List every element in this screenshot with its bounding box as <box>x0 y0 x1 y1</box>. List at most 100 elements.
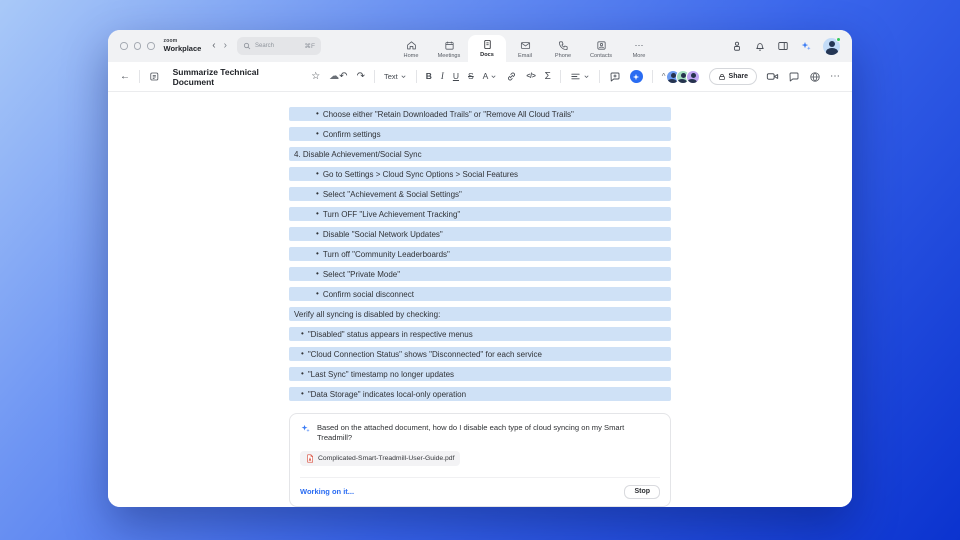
maximize-window-button[interactable] <box>147 42 155 50</box>
close-window-button[interactable] <box>120 42 128 50</box>
undo-button[interactable]: ↶ <box>339 71 347 82</box>
doc-line[interactable]: • "Last Sync" timestamp no longer updates <box>289 367 671 381</box>
divider <box>373 70 375 83</box>
bullet: • <box>316 229 319 238</box>
document-title: Summarize Technical Document <box>172 66 259 87</box>
window-titlebar: zoom Workplace ‹ › Search ⌘F Home Meetin… <box>108 30 852 62</box>
tab-phone[interactable]: Phone <box>544 36 582 62</box>
document-toolbar: ← Summarize Technical Document ☆ ☁ ↶ ↷ T… <box>108 62 852 92</box>
cloud-saved-icon: ☁ <box>329 70 340 82</box>
more-dots-icon: ⋯ <box>634 40 644 50</box>
share-button[interactable]: Share <box>708 68 757 85</box>
bullet: • <box>316 249 319 258</box>
user-avatar[interactable] <box>823 36 841 55</box>
calendar-icon <box>444 41 454 50</box>
text-style-dropdown[interactable]: Text <box>384 73 407 81</box>
docs-home-icon[interactable] <box>149 71 160 82</box>
main-nav-tabs: Home Meetings Docs Email Phone Contacts <box>392 35 658 62</box>
video-call-icon[interactable] <box>766 70 779 83</box>
doc-line[interactable]: • Turn OFF "Live Achievement Tracking" <box>289 207 671 221</box>
bullet: • <box>301 349 304 358</box>
back-button[interactable]: ← <box>120 71 130 82</box>
more-options-button[interactable]: ⋯ <box>830 71 840 82</box>
tab-meetings[interactable]: Meetings <box>430 36 468 62</box>
doc-line[interactable]: • Disable "Social Network Updates" <box>289 227 671 241</box>
divider <box>598 70 600 83</box>
profile-icon[interactable] <box>731 40 743 52</box>
notifications-bell-icon[interactable] <box>754 40 766 52</box>
ai-status-text: Working on it... <box>300 487 355 496</box>
doc-line[interactable]: 4. Disable Achievement/Social Sync <box>289 147 671 161</box>
ai-footer: Working on it... Stop <box>300 476 660 499</box>
doc-line[interactable]: • "Cloud Connection Status" shows "Discon… <box>289 347 671 361</box>
ai-star-icon <box>633 73 640 80</box>
tab-more[interactable]: ⋯ More <box>620 36 658 62</box>
minimize-window-button[interactable] <box>133 42 141 50</box>
bullet: • <box>316 269 319 278</box>
add-comment-icon[interactable] <box>609 71 621 83</box>
zoom-workplace-logo: zoom Workplace <box>164 39 202 53</box>
divider <box>139 70 140 83</box>
list-align-dropdown[interactable] <box>570 71 590 82</box>
ai-prompt-row: Based on the attached document, how do I… <box>300 423 660 444</box>
titlebar-right-icons <box>731 36 841 55</box>
favorite-star-button[interactable]: ☆ <box>311 71 320 82</box>
doc-line[interactable]: • "Disabled" status appears in respective… <box>289 327 671 341</box>
tab-email[interactable]: Email <box>506 36 544 62</box>
doc-toolbar-right: Share ⋯ <box>665 68 840 85</box>
code-block-button[interactable]: </> <box>526 73 536 80</box>
ai-companion-button[interactable] <box>629 70 643 83</box>
chevron-down-icon <box>401 75 406 79</box>
search-input[interactable]: Search ⌘F <box>236 37 321 55</box>
tab-home[interactable]: Home <box>392 36 430 62</box>
formatting-toolbar: ↶ ↷ Text B I U S A </> Σ ^ <box>339 70 666 83</box>
bullet: • <box>316 289 319 298</box>
chevron-down-icon <box>491 75 496 79</box>
history-back-button[interactable]: ‹ <box>212 41 215 51</box>
doc-line[interactable]: Verify all syncing is disabled by checki… <box>289 307 671 321</box>
highlighted-lines: • Choose either "Retain Downloaded Trails… <box>289 107 671 401</box>
doc-line[interactable]: • Select "Achievement & Social Settings" <box>289 187 671 201</box>
tab-contacts[interactable]: Contacts <box>582 36 620 62</box>
history-forward-button[interactable]: › <box>224 41 227 51</box>
ai-sparkle-icon[interactable] <box>800 40 812 52</box>
bold-button[interactable]: B <box>426 72 432 81</box>
bullet: • <box>301 329 304 338</box>
italic-button[interactable]: I <box>441 72 444 81</box>
contacts-icon <box>596 41 606 50</box>
doc-line[interactable]: • Choose either "Retain Downloaded Trails… <box>289 107 671 121</box>
underline-button[interactable]: U <box>453 72 459 81</box>
ai-companion-panel: Based on the attached document, how do I… <box>289 413 671 507</box>
align-lines-icon <box>571 73 580 80</box>
online-status-dot <box>835 36 841 42</box>
text-color-dropdown[interactable]: A <box>483 72 498 81</box>
strikethrough-button[interactable]: S <box>468 72 474 81</box>
insert-link-icon[interactable] <box>506 71 517 82</box>
doc-line[interactable]: • Confirm social disconnect <box>289 287 671 301</box>
redo-button[interactable]: ↷ <box>357 71 365 82</box>
bullet: • <box>316 169 319 178</box>
attachment-chip[interactable]: Complicated-Smart-Treadmill-User-Guide.p… <box>300 450 461 466</box>
doc-line[interactable]: • Go to Settings > Cloud Sync Options > S… <box>289 167 671 181</box>
bullet: • <box>301 389 304 398</box>
tab-docs[interactable]: Docs <box>468 35 506 62</box>
brand-workplace: Workplace <box>163 44 202 54</box>
globe-icon[interactable] <box>809 71 821 83</box>
collaborator-avatar[interactable] <box>685 69 700 84</box>
docs-icon <box>483 39 491 50</box>
side-panel-icon[interactable] <box>777 40 789 52</box>
stop-button[interactable]: Stop <box>624 484 660 499</box>
doc-line[interactable]: • Turn off "Community Leaderboards" <box>289 247 671 261</box>
doc-line[interactable]: • Confirm settings <box>289 127 671 141</box>
divider <box>559 70 561 83</box>
formula-button[interactable]: Σ <box>545 71 551 82</box>
doc-line[interactable]: • "Data Storage" indicates local-only ope… <box>289 387 671 401</box>
search-placeholder: Search <box>254 42 274 49</box>
attachment-filename: Complicated-Smart-Treadmill-User-Guide.p… <box>318 454 455 462</box>
doc-line[interactable]: • Select "Private Mode" <box>289 267 671 281</box>
document-canvas[interactable]: • Choose either "Retain Downloaded Trails… <box>108 92 852 507</box>
doc-toolbar-left: ← Summarize Technical Document ☆ ☁ <box>120 67 339 87</box>
search-shortcut: ⌘F <box>304 43 315 50</box>
chat-icon[interactable] <box>788 71 800 83</box>
pdf-file-icon <box>307 454 313 462</box>
